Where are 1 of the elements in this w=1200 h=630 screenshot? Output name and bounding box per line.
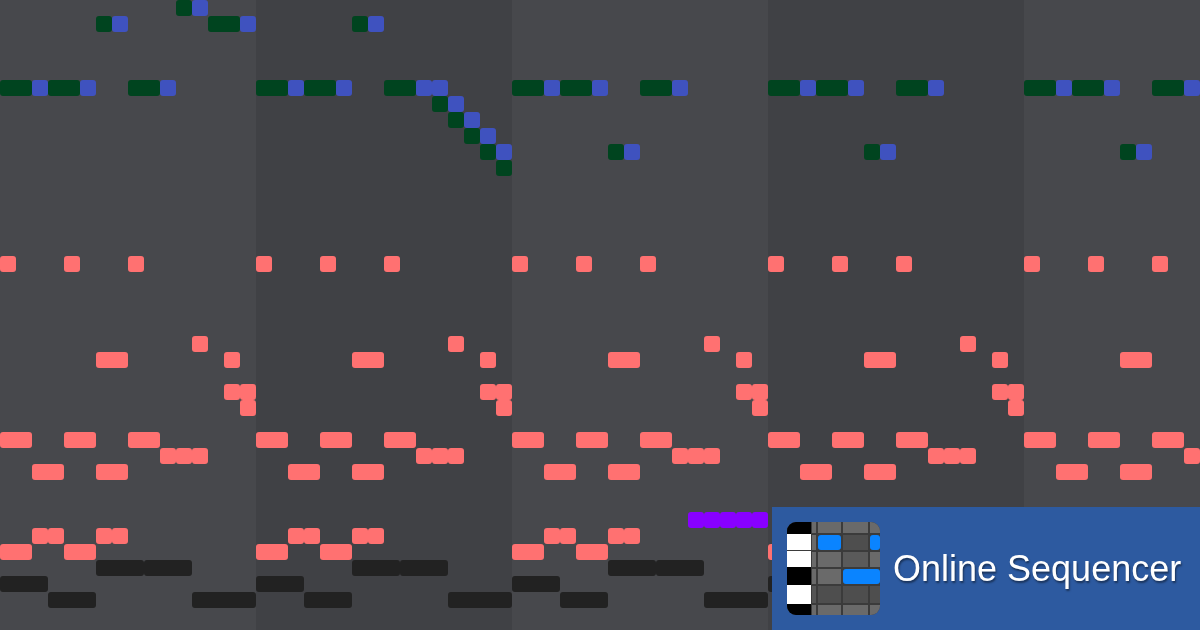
- app-title: Online Sequencer: [893, 550, 1182, 587]
